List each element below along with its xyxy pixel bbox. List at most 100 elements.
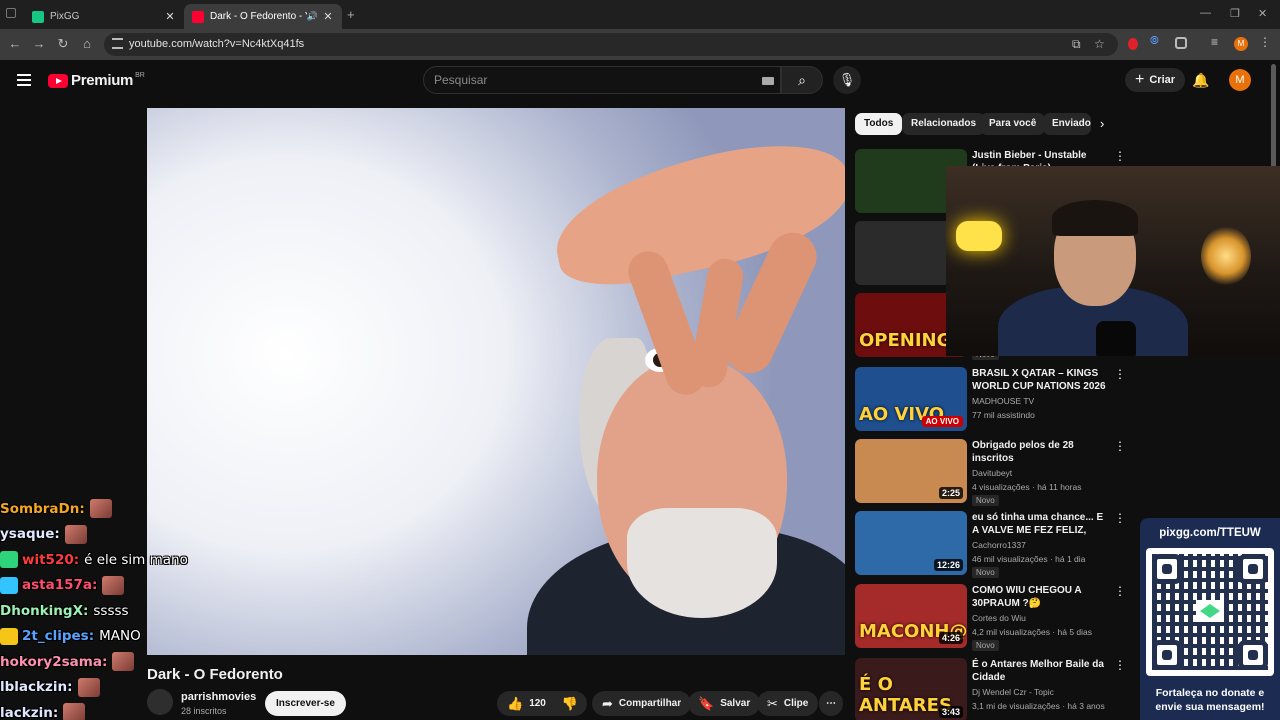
- related-video-title[interactable]: É o Antares Melhor Baile da Cidade: [972, 658, 1112, 684]
- like-count[interactable]: 120: [529, 698, 546, 709]
- extension-audio-icon[interactable]: ⦾: [1150, 35, 1164, 49]
- notifications-bell-icon[interactable]: 🔔: [1192, 72, 1209, 89]
- browser-profile-avatar[interactable]: M: [1234, 37, 1248, 51]
- install-app-icon[interactable]: ⧉: [1072, 37, 1081, 52]
- video-player[interactable]: [147, 108, 845, 655]
- live-badge: AO VIVO: [921, 416, 963, 427]
- more-vertical-icon[interactable]: ⋮: [1114, 511, 1126, 525]
- chat-message: SombraDn:: [0, 496, 230, 522]
- search-box[interactable]: [423, 66, 781, 94]
- video-thumbnail[interactable]: É O ANTARES 3:43: [855, 658, 967, 720]
- related-video-meta: 3,1 mi de visualizações · há 3 anos: [972, 701, 1105, 711]
- chat-username: asta157a:: [22, 577, 98, 594]
- related-video-channel[interactable]: Dj Wendel Czr - Topic: [972, 687, 1054, 697]
- like-icon[interactable]: 👍: [507, 696, 523, 712]
- media-control-icon[interactable]: ≡: [1211, 35, 1225, 49]
- more-vertical-icon[interactable]: ⋮: [1114, 658, 1126, 672]
- more-vertical-icon[interactable]: ⋮: [1114, 584, 1126, 598]
- bookmark-star-icon[interactable]: ☆: [1094, 37, 1105, 51]
- related-video-channel[interactable]: MADHOUSE TV: [972, 396, 1034, 406]
- video-thumbnail[interactable]: 12:26: [855, 511, 967, 575]
- chat-emote-icon: [112, 652, 135, 672]
- related-video-item[interactable]: AO VIVO AO VIVO BRASIL X QATAR – KINGS WOR…: [855, 367, 1135, 433]
- video-duration: 12:26: [933, 559, 963, 571]
- related-video-channel[interactable]: Cachorro1337: [972, 540, 1026, 550]
- site-info-icon[interactable]: [112, 38, 123, 49]
- chat-badge-icon: [0, 576, 18, 594]
- clip-button[interactable]: ✂ Clipe: [757, 691, 819, 716]
- save-button[interactable]: 🔖 Salvar: [688, 691, 761, 716]
- chat-emote-icon: [63, 703, 86, 720]
- extension-red-icon[interactable]: [1128, 38, 1138, 50]
- more-vertical-icon[interactable]: ⋮: [1114, 149, 1126, 163]
- minimize-icon[interactable]: —: [1200, 7, 1211, 19]
- video-thumbnail[interactable]: 2:25: [855, 439, 967, 503]
- related-video-item[interactable]: MACONH@ 4:26 COMO WIU CHEGOU A 30PRAUM ?🤔 C…: [855, 584, 1135, 651]
- back-icon[interactable]: ←: [7, 36, 23, 51]
- donation-message: Fortaleça no donate e envie sua mensagem…: [1140, 686, 1280, 714]
- related-video-meta: 46 mil visualizações · há 1 dia: [972, 554, 1086, 564]
- chip-todos[interactable]: Todos: [855, 113, 903, 135]
- create-label: Criar: [1149, 74, 1176, 86]
- related-video-title[interactable]: eu só tinha uma chance... E A VALVE ME F…: [972, 511, 1112, 537]
- chat-username: ysaque:: [0, 526, 60, 543]
- guide-menu-icon[interactable]: [17, 74, 31, 86]
- related-video-item[interactable]: É O ANTARES 3:43 É o Antares Melhor Baile …: [855, 658, 1135, 720]
- extensions-puzzle-icon[interactable]: [1175, 37, 1187, 49]
- related-video-meta: 4 visualizações · há 11 horas: [972, 482, 1082, 492]
- tab-search-icon[interactable]: [6, 8, 16, 18]
- video-thumbnail[interactable]: AO VIVO AO VIVO: [855, 367, 967, 431]
- browser-menu-icon[interactable]: ⋮: [1259, 35, 1273, 49]
- voice-search-button[interactable]: 🎙: [833, 66, 861, 94]
- browser-tab-pixgg[interactable]: PixGG ✕: [24, 4, 184, 29]
- chat-text: sssss: [93, 602, 129, 619]
- keyboard-icon[interactable]: [762, 77, 774, 85]
- create-button[interactable]: + Criar: [1125, 68, 1186, 92]
- subscribe-button[interactable]: Inscrever-se: [265, 691, 346, 716]
- chat-message: DhonkingX: sssss: [0, 598, 230, 624]
- chip-relacionados[interactable]: Relacionados: [902, 113, 986, 135]
- pixgg-logo-icon: [1196, 600, 1224, 622]
- close-tab-icon[interactable]: ✕: [164, 10, 176, 23]
- related-video-title[interactable]: Obrigado pelos de 28 inscritos: [972, 439, 1112, 465]
- video-thumbnail[interactable]: MACONH@ 4:26: [855, 584, 967, 648]
- youtube-masthead: Premium BR ⌕ 🎙 + Criar 🔔 M: [0, 60, 1280, 104]
- forward-icon[interactable]: →: [31, 36, 47, 51]
- related-video-item[interactable]: 2:25 Obrigado pelos de 28 inscritos Davitu…: [855, 439, 1135, 506]
- maximize-icon[interactable]: ❐: [1230, 7, 1240, 20]
- home-icon[interactable]: ⌂: [79, 36, 95, 51]
- tab-title: Dark - O Fedorento - YouTube: [210, 11, 307, 22]
- related-video-item[interactable]: 12:26 eu só tinha uma chance... E A VALVE…: [855, 511, 1135, 578]
- neon-light: [956, 221, 1002, 251]
- related-video-channel[interactable]: Cortes do Wiu: [972, 613, 1026, 623]
- dislike-icon[interactable]: 👎: [562, 696, 578, 712]
- more-vertical-icon[interactable]: ⋮: [1114, 439, 1126, 453]
- new-badge: Novo: [972, 567, 999, 578]
- more-vertical-icon[interactable]: ⋮: [1114, 367, 1126, 381]
- close-tab-icon[interactable]: ✕: [322, 10, 334, 23]
- save-label: Salvar: [720, 698, 751, 709]
- chat-username: lblackzin:: [0, 679, 73, 696]
- page-scrollbar[interactable]: [1271, 64, 1276, 169]
- share-button[interactable]: ➦ Compartilhar: [592, 691, 692, 716]
- more-horizontal-icon: ⋯: [826, 698, 836, 709]
- new-tab-icon[interactable]: +: [347, 7, 355, 22]
- youtube-premium-logo[interactable]: Premium BR: [48, 72, 145, 89]
- speaker-icon[interactable]: 🔊: [307, 11, 318, 22]
- related-video-title[interactable]: COMO WIU CHEGOU A 30PRAUM ?🤔: [972, 584, 1112, 610]
- search-button[interactable]: ⌕: [781, 66, 823, 94]
- close-window-icon[interactable]: ✕: [1258, 7, 1267, 20]
- more-actions-button[interactable]: ⋯: [819, 691, 843, 716]
- browser-tab-youtube[interactable]: Dark - O Fedorento - YouTube 🔊 ✕: [184, 4, 342, 29]
- related-video-title[interactable]: BRASIL X QATAR – KINGS WORLD CUP NATIONS…: [972, 367, 1112, 393]
- account-avatar[interactable]: M: [1229, 69, 1251, 91]
- chip-enviados[interactable]: Enviados: [1043, 113, 1091, 135]
- related-video-channel[interactable]: Davitubeyt: [972, 468, 1012, 478]
- search-input[interactable]: [434, 73, 734, 87]
- chevron-right-icon[interactable]: ›: [1100, 116, 1104, 131]
- reload-icon[interactable]: ↻: [55, 36, 71, 52]
- chip-para-voce[interactable]: Para você: [980, 113, 1046, 135]
- chat-message: wit520: é ele sim mano: [0, 547, 230, 573]
- address-bar[interactable]: youtube.com/watch?v=Nc4ktXq41fs ⧉ ☆: [104, 33, 1118, 56]
- region-code: BR: [135, 72, 145, 79]
